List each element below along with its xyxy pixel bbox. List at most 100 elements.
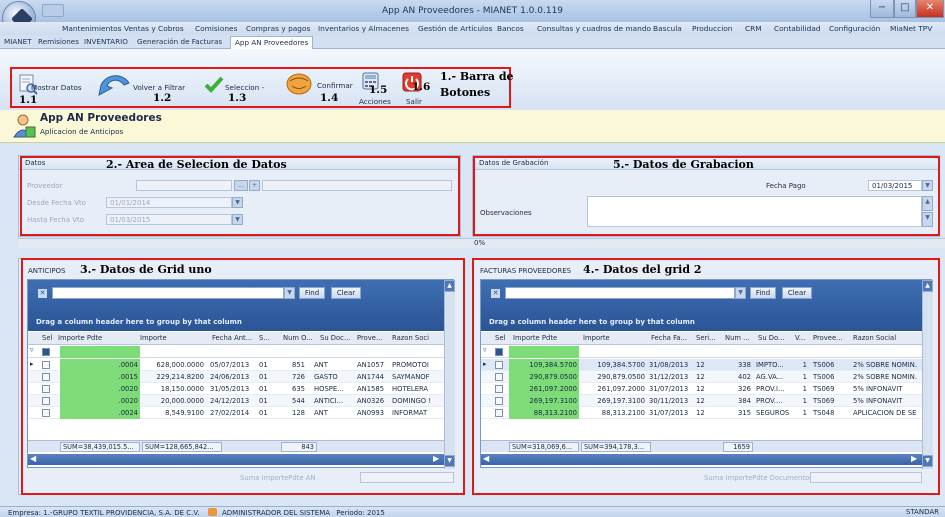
proveedor-input[interactable] — [136, 180, 232, 191]
row-checkbox[interactable] — [495, 373, 503, 381]
proveedor-lookup-button[interactable]: ... — [234, 180, 248, 191]
observaciones-scroll-up[interactable]: ▲ — [922, 196, 933, 211]
tab-generacion-facturas[interactable]: Generación de Facturas — [137, 37, 222, 46]
grid2-find-button[interactable]: Find — [750, 287, 776, 299]
row-checkbox[interactable] — [42, 397, 50, 405]
volver-filtrar-button[interactable]: Volver a Filtrar 1.2 — [97, 71, 191, 107]
tab-mianet[interactable]: MIANET — [4, 37, 32, 46]
grid1-col-serie[interactable]: S... — [257, 332, 277, 344]
menu-configuracion[interactable]: Configuración — [829, 24, 880, 33]
grid1-vertical-scrollbar[interactable] — [444, 280, 455, 469]
menu-crm[interactable]: CRM — [745, 24, 762, 33]
grid1-search-dropdown-icon[interactable]: ▼ — [284, 287, 295, 299]
grid1-col-fecha[interactable]: Fecha Ant... — [210, 332, 258, 344]
row-checkbox[interactable] — [495, 409, 503, 417]
table-row[interactable]: .0024 8,549.9100 27/02/2014 01 128 ANT A… — [28, 407, 444, 419]
menu-ventas-cobros[interactable]: Ventas y Cobros — [124, 24, 184, 33]
grid2-col-su-doc[interactable]: Su Do... — [756, 332, 792, 344]
fecha-pago-dropdown-icon[interactable]: ▼ — [922, 180, 933, 191]
row-checkbox[interactable] — [495, 361, 503, 369]
grid1-col-proveedor[interactable]: Prove... — [355, 332, 389, 344]
observaciones-textarea[interactable] — [587, 196, 922, 227]
grid2-vertical-scrollbar[interactable] — [922, 280, 933, 469]
table-row[interactable]: ▸ .0004 628,000.0000 05/07/2013 01 851 A… — [28, 359, 444, 371]
grid2-scroll-down-icon[interactable]: ▼ — [922, 455, 933, 467]
menu-mantenimientos[interactable]: Mantenimientos — [62, 24, 122, 33]
observaciones-scroll-down[interactable]: ▼ — [922, 212, 933, 227]
menu-mianet-tpv[interactable]: MiaNet TPV — [890, 24, 932, 33]
menu-inventarios[interactable]: Inventarios y Almacenes — [318, 24, 409, 33]
row-checkbox[interactable] — [42, 361, 50, 369]
minimize-button[interactable]: − — [870, 0, 894, 18]
grid2-filter-icon[interactable]: ▿ — [483, 346, 487, 354]
menu-comisiones[interactable]: Comisiones — [195, 24, 237, 33]
close-button[interactable]: ✕ — [916, 0, 944, 18]
hasta-fecha-input[interactable]: 01/03/2015 — [106, 214, 232, 225]
grid1-group-panel[interactable]: Drag a column header here to group by th… — [36, 318, 242, 326]
desde-fecha-input[interactable]: 01/01/2014 — [106, 197, 232, 208]
maximize-button[interactable]: □ — [894, 0, 916, 18]
row-checkbox[interactable] — [42, 409, 50, 417]
row-checkbox[interactable] — [42, 373, 50, 381]
table-row[interactable]: .0020 20,000.0000 24/12/2013 01 544 ANTI… — [28, 395, 444, 407]
quick-access-toolbar[interactable] — [42, 4, 64, 17]
grid2-scroll-left-icon[interactable]: ◀ — [483, 454, 489, 463]
table-row[interactable]: 269,197.3100 269,197.3100 30/11/2013 12 … — [481, 395, 922, 407]
grid1-col-su-doc[interactable]: Su Doc... — [318, 332, 354, 344]
grid2-search-input[interactable] — [505, 287, 735, 299]
table-row[interactable]: 261,097.2000 261,097.2000 31/07/2013 12 … — [481, 383, 922, 395]
grid2-col-num[interactable]: Num ... — [723, 332, 753, 344]
menu-gestion-articulos[interactable]: Gestión de Artículos — [418, 24, 492, 33]
menu-bancos[interactable]: Bancos — [497, 24, 524, 33]
grid1-col-razon-social[interactable]: Razon Soci — [390, 332, 444, 344]
row-checkbox[interactable] — [495, 397, 503, 405]
table-row[interactable]: .0020 18,150.0000 31/05/2013 01 635 HOSP… — [28, 383, 444, 395]
grid1-find-button[interactable]: Find — [299, 287, 325, 299]
grid1-scroll-up-icon[interactable]: ▲ — [444, 280, 455, 292]
grid2-filter-checkbox[interactable] — [495, 348, 503, 356]
grid1-scroll-down-icon[interactable]: ▼ — [444, 455, 455, 467]
grid1-filter-checkbox[interactable] — [42, 348, 50, 356]
grid2-col-razon-social[interactable]: Razon Social — [851, 332, 922, 344]
grid2-scroll-up-icon[interactable]: ▲ — [922, 280, 933, 292]
grid2-search-dropdown-icon[interactable]: ▼ — [735, 287, 746, 299]
menu-bascula[interactable]: Bascula — [653, 24, 682, 33]
grid1-filter-icon[interactable]: ▿ — [30, 346, 34, 354]
row-checkbox[interactable] — [495, 385, 503, 393]
row-checkbox[interactable] — [42, 385, 50, 393]
hasta-fecha-dropdown-icon[interactable]: ▼ — [232, 214, 243, 225]
grid2-col-sel[interactable]: Sel — [493, 332, 513, 344]
grid2-clear-button[interactable]: Clear — [782, 287, 812, 299]
grid1-col-num[interactable]: Num O... — [281, 332, 317, 344]
grid2-col-v[interactable]: V... — [793, 332, 809, 344]
grid2-col-fecha[interactable]: Fecha Fa... — [649, 332, 693, 344]
menu-compras-pagos[interactable]: Compras y pagos — [246, 24, 310, 33]
grid2-col-importe-pdte[interactable]: Importe Pdte — [511, 332, 581, 344]
table-row[interactable]: .0015 229,214.8200 24/06/2013 01 726 GAS… — [28, 371, 444, 383]
menu-produccion[interactable]: Produccion — [692, 24, 733, 33]
tab-remisiones[interactable]: Remisiones — [38, 37, 79, 46]
grid1-horizontal-scrollbar[interactable]: ◀ ▶ — [28, 454, 444, 465]
grid1-col-importe-pdte[interactable]: Importe Pdte — [56, 332, 136, 344]
grid2-col-serie[interactable]: Seri... — [694, 332, 722, 344]
seleccion-dropdown-button[interactable]: Seleccion - 1.3 — [204, 73, 264, 107]
grid1-clear-button[interactable]: Clear — [331, 287, 361, 299]
table-row[interactable]: ▸ 109,384.5700 109,384.5700 31/08/2013 1… — [481, 359, 922, 371]
grid2-horizontal-scrollbar[interactable]: ◀ ▶ — [481, 454, 922, 465]
table-row[interactable]: 290,879.0500 290,879.0500 31/12/2013 12 … — [481, 371, 922, 383]
confirmar-button[interactable]: Confirmar 1.4 — [285, 71, 353, 107]
tab-app-an-proveedores[interactable]: App AN Proveedores — [230, 36, 314, 49]
grid1-clear-filter-icon[interactable]: ✕ — [38, 289, 47, 298]
menu-contabilidad[interactable]: Contabilidad — [774, 24, 821, 33]
fecha-pago-input[interactable]: 01/03/2015 — [868, 180, 922, 191]
table-row[interactable]: 88,313.2100 88,313.2100 31/07/2013 12 31… — [481, 407, 922, 419]
acciones-button[interactable]: 1.5 Acciones — [357, 72, 393, 107]
mostrar-datos-button[interactable]: Mostrar Datos 1.1 — [18, 73, 82, 107]
grid2-scroll-right-icon[interactable]: ▶ — [911, 454, 917, 463]
proveedor-add-button[interactable]: + — [249, 180, 260, 191]
grid1-scroll-right-icon[interactable]: ▶ — [433, 454, 439, 463]
grid1-filter-row[interactable]: ▿ — [28, 346, 444, 358]
salir-button[interactable]: 1.6 Salir — [400, 72, 430, 107]
grid1-col-importe[interactable]: Importe — [138, 332, 208, 344]
grid2-col-importe[interactable]: Importe — [581, 332, 647, 344]
